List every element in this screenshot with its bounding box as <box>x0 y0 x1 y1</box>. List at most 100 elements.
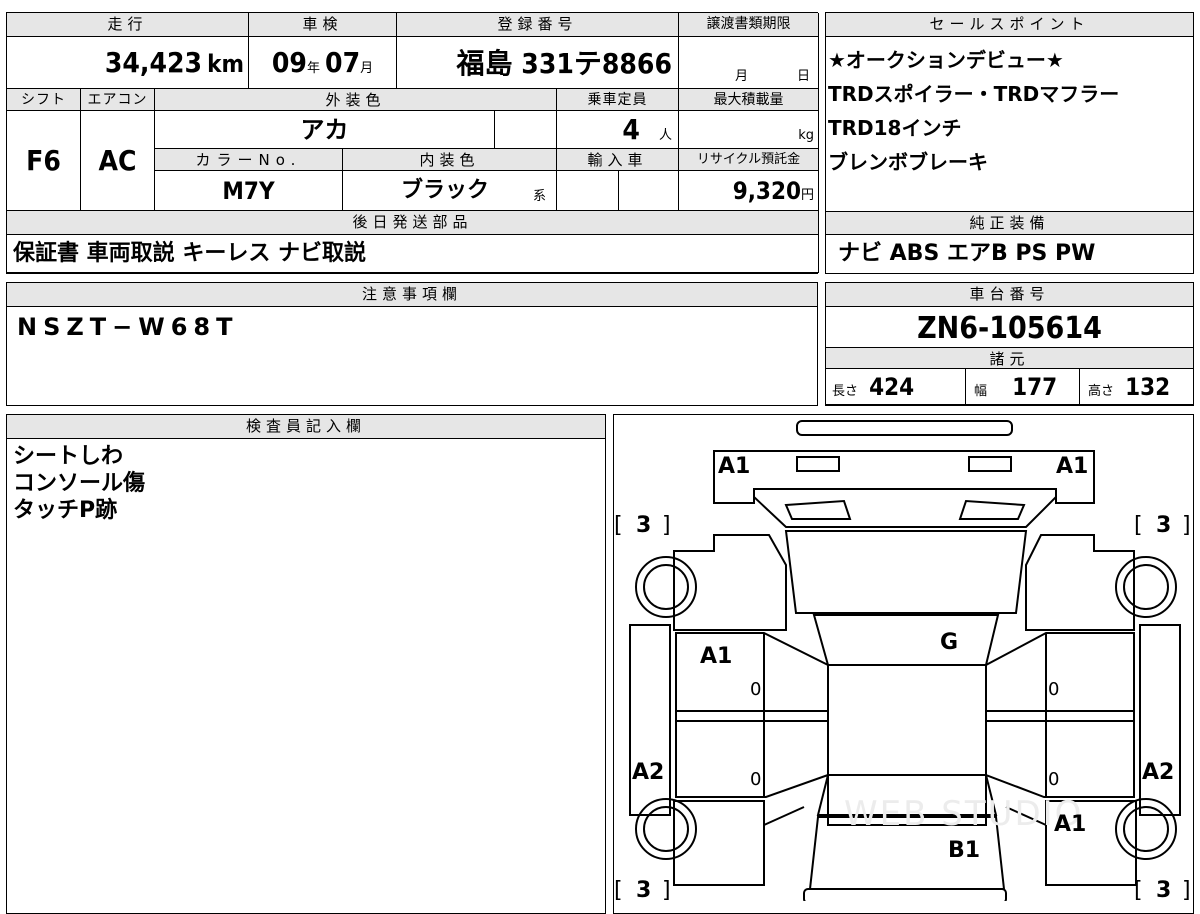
shaken-month: 07 <box>325 46 361 79</box>
watermark: WEB STUDIO <box>844 794 1083 834</box>
bracket-rl-open: [ <box>614 878 623 901</box>
registration-value: 福島 331テ8866 <box>456 47 672 80</box>
notes-value: NSZT−W68T <box>17 313 239 341</box>
ext-color-extra-cell <box>495 111 557 149</box>
inspector-lines: シートしわ コンソール傷 タッチP跡 <box>13 443 145 524</box>
sales-point-header: セールスポイント <box>826 13 1193 37</box>
import-cell-b <box>619 171 679 211</box>
registration-header: 登録番号 <box>397 13 679 37</box>
fender-front-right <box>1025 534 1135 631</box>
ext-color-header: 外装色 <box>155 89 557 111</box>
mark-door-rl-zero: 0 <box>750 769 761 790</box>
length-cell: 長さ 424 <box>826 369 966 405</box>
shift-cell: F6 <box>7 111 81 211</box>
shaken-year-unit: 年 <box>306 61 320 76</box>
mark-trunk: B1 <box>948 838 980 863</box>
mark-rear-quarter-right: A2 <box>1142 760 1174 785</box>
bracket-rl-close: ] <box>662 878 671 901</box>
hood <box>753 488 1057 528</box>
genuine-equipment-value: ナビ ABS エアB PS PW <box>838 241 1096 266</box>
door-rear-right <box>985 720 1135 798</box>
width-value: 177 <box>1012 373 1058 401</box>
import-header: 輸入車 <box>557 149 679 171</box>
height-cell: 高さ 132 <box>1080 369 1193 405</box>
later-parts-header: 後日発送部品 <box>7 211 819 235</box>
inspector-header: 検査員記入欄 <box>7 415 605 439</box>
bracket-fl-close: ] <box>662 513 671 538</box>
shift-value: F6 <box>26 144 61 177</box>
mileage-header: 走行 <box>7 13 249 37</box>
mark-door-fr-zero: 0 <box>1048 679 1059 700</box>
ac-value: AC <box>98 144 137 177</box>
mark-tire-fl: 3 <box>636 513 651 538</box>
sales-point-lines: ★オークションデビュー★ TRDスポイラー・TRDマフラー TRD18インチ ブ… <box>828 43 1190 179</box>
width-cell: 幅 177 <box>966 369 1080 405</box>
notes-box: 注意事項欄 NSZT−W68T <box>6 282 818 406</box>
mirror-left <box>675 710 829 722</box>
genuine-equipment-cell: ナビ ABS エアB PS PW <box>838 235 1188 273</box>
recycle-unit: 円 <box>800 188 814 203</box>
mark-tire-fr: 3 <box>1156 513 1171 538</box>
registration-cell: 福島 331テ8866 <box>397 37 679 89</box>
mark-door-left: A1 <box>700 644 732 669</box>
front-bumper <box>796 420 1013 436</box>
mark-tire-rl: 3 <box>636 878 651 901</box>
mileage-unit: km <box>207 50 244 78</box>
color-no-cell: M7Y <box>155 171 343 211</box>
recycle-cell: 9,320円 <box>679 171 819 211</box>
rear-bumper <box>803 888 1007 901</box>
shift-header: シフト <box>7 89 81 111</box>
sales-point-line: TRDスポイラー・TRDマフラー <box>828 82 1120 106</box>
length-label: 長さ <box>832 384 859 399</box>
windshield <box>784 530 1028 614</box>
bracket-fr-close: ] <box>1182 513 1191 538</box>
recycle-value: 9,320 <box>732 177 801 205</box>
bracket-rr-close: ] <box>1182 878 1191 901</box>
car-diagram-box: WEB STUDIO A1 A1 3 3 3 3 A1 G A2 A2 A1 B… <box>613 414 1194 914</box>
bracket-fr-open: [ <box>1134 513 1143 538</box>
color-no-value: M7Y <box>222 177 275 205</box>
later-parts-value: 保証書 車両取説 キーレス ナビ取説 <box>13 241 366 266</box>
width-label: 幅 <box>974 384 988 399</box>
capacity-cell: 4 人 <box>557 111 679 149</box>
recycle-header: リサイクル預託金 <box>679 149 819 171</box>
max-load-cell: kg <box>679 111 819 149</box>
headlight-left <box>796 456 840 472</box>
transfer-deadline-header: 譲渡書類期限 <box>679 13 819 37</box>
hood-vent-right <box>958 499 1026 520</box>
max-load-header: 最大積載量 <box>679 89 819 111</box>
sales-point-box: セールスポイント ★オークションデビュー★ TRDスポイラー・TRDマフラー T… <box>825 12 1194 274</box>
capacity-header: 乗車定員 <box>557 89 679 111</box>
mileage-value: 34,423 <box>104 46 203 79</box>
roof-front <box>812 614 1000 666</box>
sill-right <box>1139 624 1181 816</box>
chassis-header: 車台番号 <box>826 283 1193 307</box>
int-color-header: 内装色 <box>343 149 557 171</box>
shaken-header: 車検 <box>249 13 397 37</box>
front-panel <box>713 450 1095 504</box>
int-color-cell: ブラック 系 <box>343 171 557 211</box>
mark-windshield: G <box>940 630 958 655</box>
genuine-equipment-header: 純正装備 <box>826 211 1193 235</box>
ext-color-value: アカ <box>300 116 349 144</box>
capacity-unit: 人 <box>658 128 672 143</box>
transfer-month-unit: 月 <box>735 69 749 84</box>
int-color-value: ブラック <box>401 178 490 203</box>
color-no-header: カラーNo. <box>155 149 343 171</box>
sales-point-line: ブレンボブレーキ <box>828 150 988 174</box>
sales-point-line: TRD18インチ <box>828 116 962 140</box>
shaken-year: 09 <box>271 46 307 79</box>
mark-rear-quarter-left: A2 <box>632 760 664 785</box>
chassis-box: 車台番号 ZN6-105614 諸元 長さ 424 幅 177 高さ 132 <box>825 282 1194 406</box>
hood-vent-left <box>784 499 852 520</box>
transfer-day-unit: 日 <box>797 69 811 84</box>
height-value: 132 <box>1125 373 1171 401</box>
mirror-right <box>985 710 1135 722</box>
bracket-rr-open: [ <box>1134 878 1143 901</box>
mark-door-fl-zero: 0 <box>750 679 761 700</box>
inspector-line: シートしわ <box>13 444 124 469</box>
shaken-month-unit: 月 <box>360 61 374 76</box>
mark-front-right: A1 <box>1056 454 1088 479</box>
mark-rear-right: A1 <box>1054 812 1086 837</box>
sill-left <box>629 624 671 816</box>
